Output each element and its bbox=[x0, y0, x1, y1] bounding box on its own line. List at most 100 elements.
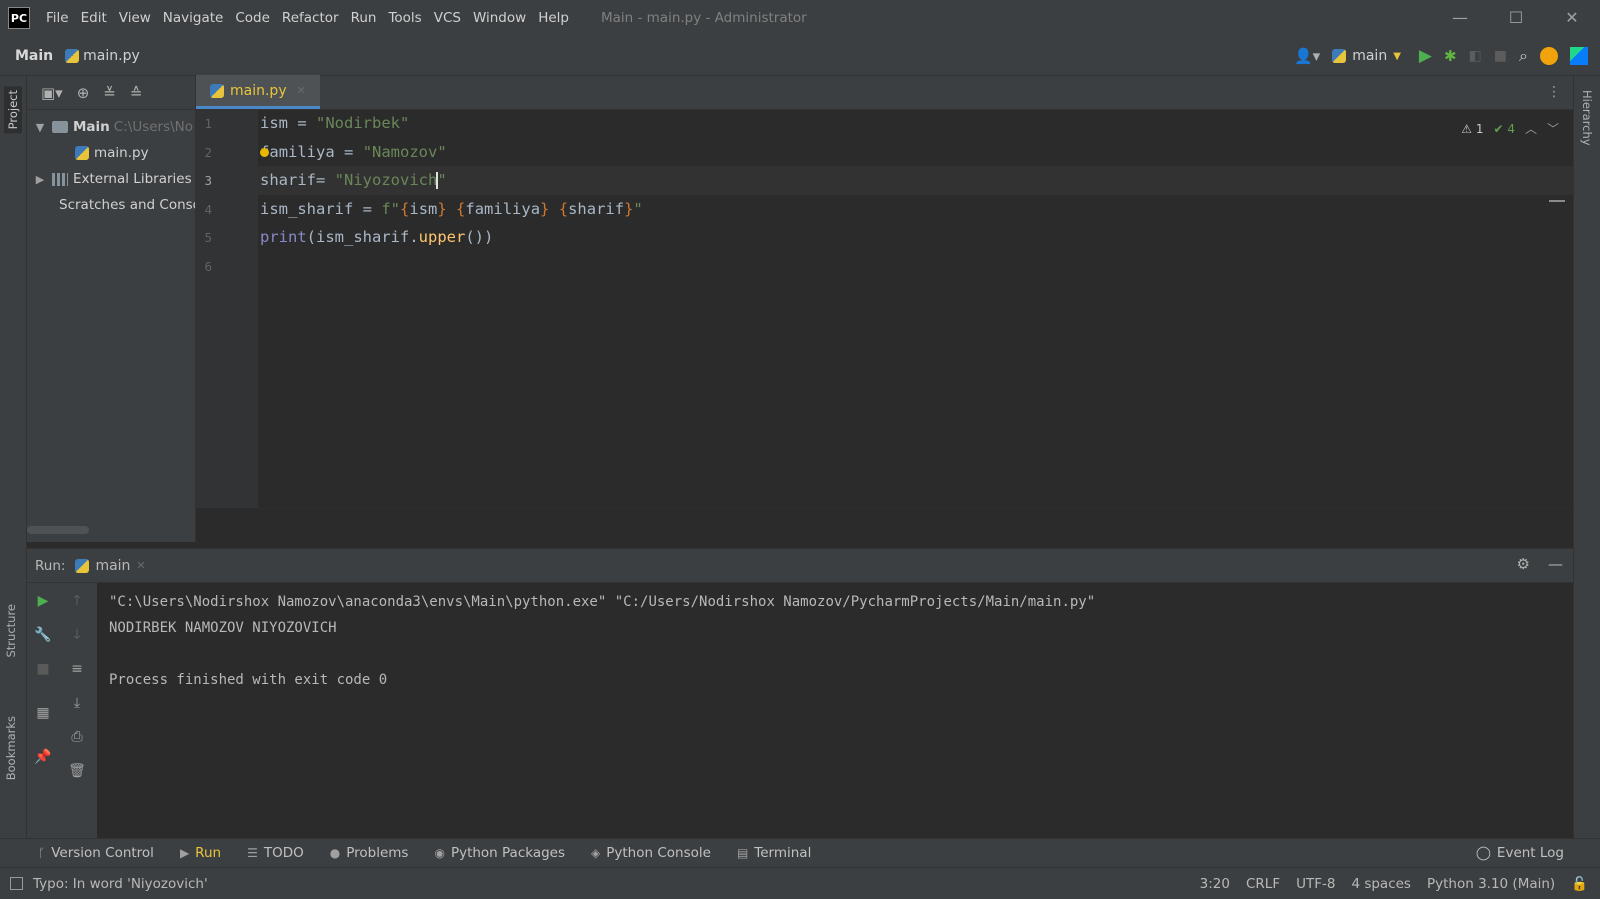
menu-window[interactable]: Window bbox=[467, 10, 532, 26]
tree-item-root[interactable]: ▼ Main C:\Users\No bbox=[27, 114, 195, 140]
run-header: Run: main ✕ ⚙ — bbox=[27, 549, 1573, 583]
line-separator[interactable]: CRLF bbox=[1246, 876, 1280, 892]
debug-bug-icon[interactable]: ✱ bbox=[1444, 47, 1457, 65]
scroll-down-icon[interactable]: ↓ bbox=[67, 625, 87, 645]
tab-python-packages[interactable]: ◉ Python Packages bbox=[434, 845, 565, 861]
layout-icon[interactable]: ▦ bbox=[33, 703, 53, 723]
menu-help[interactable]: Help bbox=[532, 10, 575, 26]
menu-edit[interactable]: Edit bbox=[75, 10, 113, 26]
chevron-right-icon[interactable]: ▶ bbox=[33, 173, 47, 186]
tool-windows-toggle-icon[interactable] bbox=[10, 877, 23, 890]
expand-all-icon[interactable]: ≚ bbox=[103, 84, 116, 102]
wrench-icon[interactable]: 🔧 bbox=[33, 625, 53, 645]
tree-item-main-py[interactable]: main.py bbox=[27, 140, 195, 166]
project-scrollbar[interactable] bbox=[27, 526, 89, 534]
error-stripe-marker[interactable] bbox=[1549, 200, 1565, 202]
collapse-all-icon[interactable]: ≙ bbox=[130, 84, 143, 102]
coverage-icon[interactable]: ◧ bbox=[1469, 48, 1482, 64]
tab-problems[interactable]: ● Problems bbox=[330, 845, 409, 861]
caret-position[interactable]: 3:20 bbox=[1200, 876, 1230, 892]
menu-view[interactable]: View bbox=[113, 10, 157, 26]
code-editor[interactable]: ism = "Nodirbek" familiya = "Namozov" sh… bbox=[258, 110, 1573, 508]
bookmarks-tool-tab[interactable]: Bookmarks bbox=[4, 716, 18, 780]
search-icon[interactable]: ⌕ bbox=[1519, 46, 1528, 66]
inspection-widget[interactable]: ⚠ 1 ✔ 4 ︿ ﹀ bbox=[1461, 120, 1559, 137]
user-account-icon[interactable]: 👤▾ bbox=[1294, 47, 1320, 65]
tab-terminal[interactable]: ▤ Terminal bbox=[737, 845, 811, 861]
bottom-tool-tabs: ᚴ Version Control ▶ Run ☰ TODO ● Problems ◉ P… bbox=[0, 838, 1600, 867]
problems-icon: ● bbox=[329, 846, 341, 860]
status-message[interactable]: Typo: In word 'Niyozovich' bbox=[10, 876, 208, 892]
gear-icon[interactable]: ⚙ bbox=[1517, 555, 1530, 573]
more-options-icon[interactable]: ⋮ bbox=[1547, 84, 1561, 100]
code-line-2: familiya = "Namozov" bbox=[260, 143, 447, 161]
menu-tools[interactable]: Tools bbox=[382, 10, 427, 26]
console-line: "C:\Users\Nodirshox Namozov\anaconda3\en… bbox=[109, 594, 1096, 610]
locate-target-icon[interactable]: ⊕ bbox=[77, 84, 90, 102]
line-number: 2 bbox=[204, 145, 212, 160]
breadcrumb-file[interactable]: main.py bbox=[65, 48, 140, 64]
project-tool-tab[interactable]: Project bbox=[4, 86, 22, 134]
tree-item-scratches[interactable]: Scratches and Consoles bbox=[27, 192, 195, 218]
run-config-label: main bbox=[1352, 48, 1388, 64]
scroll-up-icon[interactable]: ↑ bbox=[67, 591, 87, 611]
minimize-button[interactable]: — bbox=[1432, 0, 1488, 36]
close-tab-icon[interactable]: ✕ bbox=[136, 559, 145, 572]
navigation-bar: Main main.py 👤▾ main ▼ ▶ ✱ ◧ ■ ⌕ bbox=[0, 36, 1600, 76]
chevron-down-icon[interactable]: ▼ bbox=[33, 121, 47, 134]
maximize-button[interactable]: ☐ bbox=[1488, 0, 1544, 36]
code-line-3: sharif= "Niyozovich" bbox=[260, 171, 447, 189]
menu-vcs[interactable]: VCS bbox=[428, 10, 467, 26]
stop-icon[interactable]: ■ bbox=[33, 659, 53, 679]
editor-horizontal-scroll[interactable] bbox=[258, 508, 1573, 542]
event-log-button[interactable]: ◯ Event Log bbox=[1476, 845, 1564, 861]
interpreter-selector[interactable]: Python 3.10 (Main) bbox=[1427, 876, 1555, 892]
hide-panel-icon[interactable]: — bbox=[1548, 555, 1563, 573]
indent-setting[interactable]: 4 spaces bbox=[1351, 876, 1411, 892]
tab-python-console[interactable]: ◈ Python Console bbox=[591, 845, 711, 861]
console-output[interactable]: "C:\Users\Nodirshox Namozov\anaconda3\en… bbox=[97, 583, 1573, 839]
close-tab-icon[interactable]: ✕ bbox=[297, 84, 306, 97]
tree-file-label: main.py bbox=[94, 145, 149, 161]
lock-icon[interactable]: 🔓 bbox=[1571, 876, 1588, 892]
run-tab-main[interactable]: main ✕ bbox=[75, 558, 146, 574]
folder-icon bbox=[52, 121, 68, 133]
menu-navigate[interactable]: Navigate bbox=[157, 10, 230, 26]
structure-tool-tab[interactable]: Structure bbox=[4, 604, 18, 658]
tree-item-external-libraries[interactable]: ▶ External Libraries bbox=[27, 166, 195, 192]
soft-wrap-icon[interactable]: ≡ bbox=[67, 659, 87, 679]
tab-run[interactable]: ▶ Run bbox=[180, 845, 221, 861]
print-icon[interactable]: ⎙ bbox=[67, 727, 87, 747]
tab-version-control[interactable]: ᚴ Version Control bbox=[38, 845, 154, 861]
avatar[interactable] bbox=[1540, 47, 1558, 65]
pin-icon[interactable]: 📌 bbox=[33, 747, 53, 767]
tab-todo[interactable]: ☰ TODO bbox=[247, 845, 304, 861]
run-config-selector[interactable]: main ▼ bbox=[1332, 48, 1401, 64]
event-log-icon: ◯ bbox=[1475, 845, 1491, 861]
scroll-to-end-icon[interactable]: ⤓ bbox=[67, 693, 87, 713]
run-label: Run: bbox=[35, 557, 66, 574]
jetbrains-logo-icon[interactable] bbox=[1570, 47, 1588, 65]
list-icon: ☰ bbox=[247, 846, 258, 860]
breadcrumb-project[interactable]: Main bbox=[15, 48, 53, 64]
tab-main-py[interactable]: main.py ✕ bbox=[196, 75, 320, 109]
close-window-button[interactable]: ✕ bbox=[1544, 0, 1600, 36]
hierarchy-tool-tab[interactable]: Hierarchy bbox=[1580, 90, 1594, 146]
rerun-icon[interactable]: ▶ bbox=[33, 591, 53, 611]
menu-refactor[interactable]: Refactor bbox=[276, 10, 345, 26]
terminal-icon: ▤ bbox=[736, 846, 749, 860]
chevron-down-icon[interactable]: ﹀ bbox=[1547, 120, 1559, 137]
menu-run[interactable]: Run bbox=[345, 10, 383, 26]
python-config-icon bbox=[1332, 49, 1347, 63]
title-bar: PC File Edit View Navigate Code Refactor… bbox=[0, 0, 1600, 36]
chevron-down-icon: ▼ bbox=[1393, 50, 1401, 62]
status-bar: Typo: In word 'Niyozovich' 3:20 CRLF UTF… bbox=[0, 867, 1600, 899]
chevron-up-icon[interactable]: ︿ bbox=[1525, 120, 1537, 137]
file-encoding[interactable]: UTF-8 bbox=[1296, 876, 1335, 892]
project-view-dropdown-icon[interactable]: ▣▾ bbox=[41, 84, 63, 102]
menu-file[interactable]: File bbox=[40, 10, 75, 26]
run-icon[interactable]: ▶ bbox=[1419, 46, 1432, 66]
trash-icon[interactable]: 🗑 bbox=[67, 761, 87, 781]
stop-icon[interactable]: ■ bbox=[1494, 48, 1507, 64]
menu-code[interactable]: Code bbox=[229, 10, 276, 26]
